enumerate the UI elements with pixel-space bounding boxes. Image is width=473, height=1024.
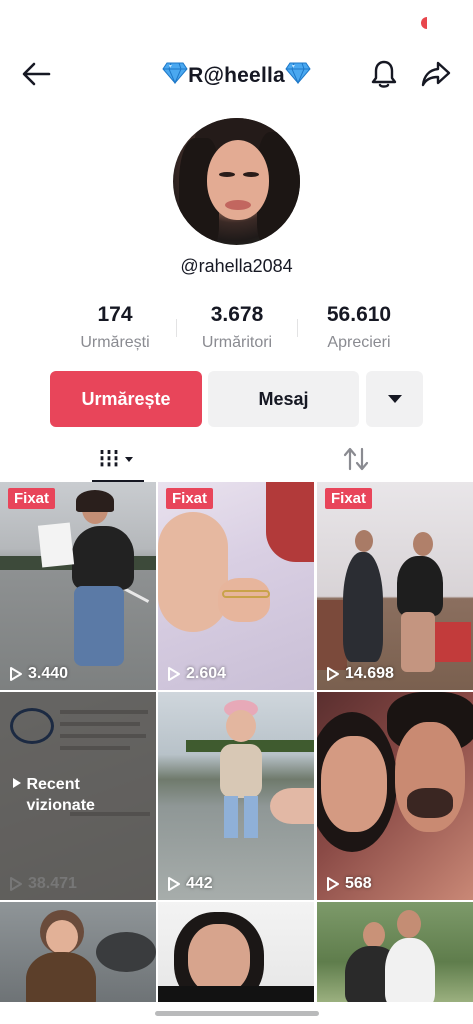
tab-videos[interactable] — [92, 436, 144, 482]
view-count: 38.471 — [9, 875, 77, 893]
stat-label: Aprecieri — [327, 334, 391, 351]
stat-value: 56.610 — [326, 303, 392, 326]
profile-actions: Urmărește Mesaj — [0, 371, 473, 427]
play-icon — [10, 667, 22, 681]
follow-button[interactable]: Urmărește — [50, 371, 202, 427]
caret-down-icon — [387, 395, 402, 403]
video-thumbnail[interactable]: Fixat 14.698 — [317, 482, 473, 690]
grid-bars-icon — [100, 450, 133, 468]
home-indicator — [155, 1011, 319, 1016]
profile-display-name: R@heella — [188, 64, 285, 87]
video-thumbnail[interactable]: 568 — [317, 692, 473, 900]
stat-likes[interactable]: 56.610 Aprecieri — [299, 303, 419, 352]
video-thumbnail[interactable] — [158, 902, 314, 1002]
stat-followers[interactable]: 3.678 Urmăritori — [177, 303, 297, 352]
view-count-value: 3.440 — [28, 665, 69, 682]
video-thumbnail[interactable] — [317, 902, 473, 1002]
video-thumbnail[interactable]: 442 — [158, 692, 314, 900]
video-thumbnail[interactable]: Fixat 3.440 — [0, 482, 156, 690]
tab-reposts[interactable] — [330, 436, 382, 482]
view-count-value: 568 — [345, 875, 372, 892]
pinned-badge: Fixat — [166, 488, 214, 509]
diamond-icon — [285, 62, 311, 84]
play-icon — [327, 877, 339, 891]
view-count: 2.604 — [167, 665, 226, 683]
view-count-value: 14.698 — [345, 665, 394, 682]
message-button[interactable]: Mesaj — [208, 371, 359, 427]
recently-viewed-label: Recent vizionate — [12, 774, 110, 816]
username: @rahella2084 — [180, 256, 293, 276]
repost-icon — [343, 447, 369, 471]
profile-stats: 174 Urmărești 3.678 Urmăritori 56.610 Ap… — [0, 303, 473, 355]
page-title: R@heella — [0, 62, 473, 88]
video-thumbnail-recent[interactable]: Recent vizionate 38.471 — [0, 692, 156, 900]
bell-icon — [371, 60, 397, 88]
recently-viewed-text: Recent vizionate — [26, 776, 95, 814]
view-count: 14.698 — [326, 665, 394, 683]
video-thumbnail[interactable] — [0, 902, 156, 1002]
view-count-value: 2.604 — [186, 665, 227, 682]
share-button[interactable] — [418, 56, 454, 92]
notification-button[interactable] — [366, 56, 402, 92]
stat-value: 174 — [97, 303, 133, 326]
avatar[interactable] — [173, 118, 300, 245]
video-grid: Fixat 3.440 Fixat 2.604 Fixat 14.698 Rec… — [0, 482, 473, 1004]
stat-value: 3.678 — [210, 303, 264, 326]
pinned-badge: Fixat — [8, 488, 56, 509]
stat-label: Urmăritori — [201, 334, 273, 351]
view-count: 568 — [326, 875, 372, 893]
profile-header: R@heella — [0, 52, 473, 96]
play-icon — [10, 877, 22, 891]
view-count: 3.440 — [9, 665, 68, 683]
stat-label: Urmărești — [80, 334, 150, 351]
more-options-button[interactable] — [366, 371, 423, 427]
status-indicator — [421, 17, 427, 29]
content-tabs — [0, 436, 473, 482]
play-icon — [168, 667, 180, 681]
share-arrow-icon — [421, 61, 451, 87]
view-count-value: 442 — [186, 875, 213, 892]
play-icon — [168, 877, 180, 891]
view-count: 442 — [167, 875, 213, 893]
pinned-badge: Fixat — [325, 488, 373, 509]
play-icon — [13, 778, 21, 788]
play-icon — [327, 667, 339, 681]
video-thumbnail[interactable]: Fixat 2.604 — [158, 482, 314, 690]
diamond-icon — [162, 62, 188, 84]
stat-following[interactable]: 174 Urmărești — [55, 303, 175, 352]
divider — [297, 319, 298, 337]
view-count-value: 38.471 — [28, 875, 77, 892]
